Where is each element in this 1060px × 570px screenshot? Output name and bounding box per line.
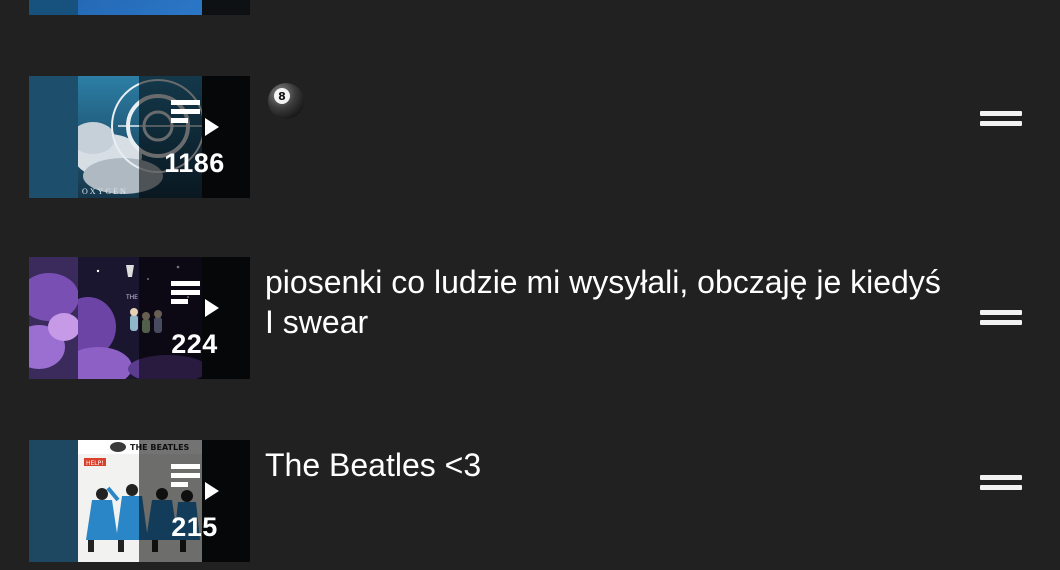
svg-text:THE: THE bbox=[125, 294, 138, 301]
svg-text:8: 8 bbox=[278, 90, 286, 103]
thumbnail-side-left bbox=[29, 257, 78, 379]
drag-handle-icon[interactable] bbox=[980, 472, 1022, 494]
cover-art bbox=[78, 0, 202, 15]
svg-text:HELP!: HELP! bbox=[86, 460, 104, 467]
playlist-list: OXYGEN 1186 8 THE 224 piosenki co ludzie… bbox=[0, 0, 1060, 570]
playlist-play-icon bbox=[171, 281, 219, 317]
svg-text:OXYGEN: OXYGEN bbox=[82, 187, 128, 196]
playlist-title[interactable]: piosenki co ludzie mi wysyłali, obczaję … bbox=[265, 262, 945, 342]
playlist-row[interactable]: THE BEATLES HELP! bbox=[0, 440, 1060, 562]
drag-handle-icon[interactable] bbox=[980, 307, 1022, 329]
playlist-thumbnail[interactable]: THE 224 bbox=[29, 257, 250, 379]
thumbnail-side-left bbox=[29, 76, 78, 198]
video-count: 1186 bbox=[164, 148, 225, 178]
playlist-thumbnail[interactable] bbox=[29, 0, 250, 15]
playlist-row[interactable] bbox=[0, 0, 1060, 15]
playlist-thumbnail[interactable]: THE BEATLES HELP! bbox=[29, 440, 250, 562]
playlist-row[interactable]: THE 224 piosenki co ludzie mi wysyłali, … bbox=[0, 257, 1060, 379]
thumbnail-side-left bbox=[29, 0, 78, 15]
playlist-title[interactable]: The Beatles <3 bbox=[265, 445, 945, 485]
playlist-thumbnail[interactable]: OXYGEN 1186 bbox=[29, 76, 250, 198]
playlist-row[interactable]: OXYGEN 1186 8 bbox=[0, 76, 1060, 198]
thumbnail-side-left bbox=[29, 440, 78, 562]
playlist-play-icon bbox=[171, 464, 219, 500]
video-count: 224 bbox=[171, 329, 218, 359]
8-ball-emoji-icon: 8 bbox=[268, 83, 304, 119]
video-count: 215 bbox=[171, 512, 218, 542]
thumbnail-side-right bbox=[202, 0, 250, 15]
drag-handle-icon[interactable] bbox=[980, 108, 1022, 130]
playlist-play-icon bbox=[171, 100, 219, 136]
